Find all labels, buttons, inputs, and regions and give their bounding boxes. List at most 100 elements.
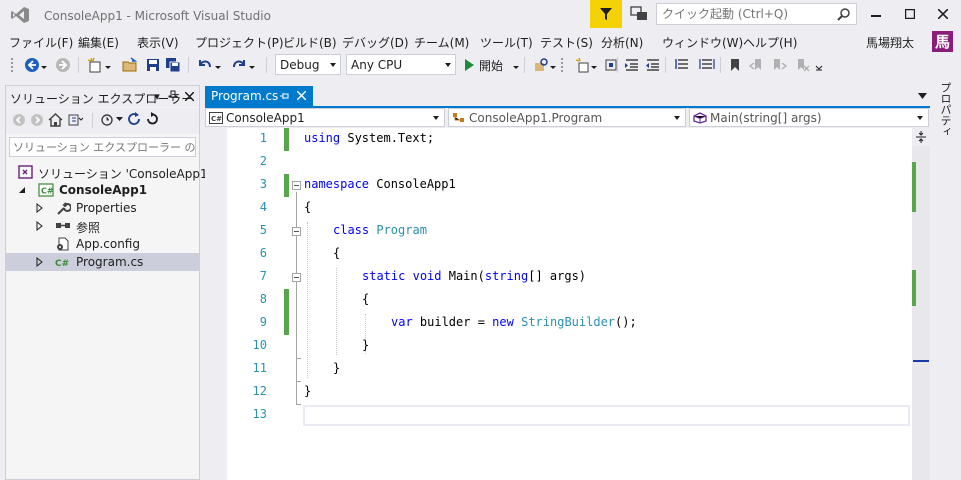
split-window-button[interactable] [912, 128, 930, 146]
solution-configuration-select[interactable]: Debug [275, 54, 341, 75]
toolbar-grip-icon[interactable] [560, 57, 566, 73]
clear-bookmarks-icon[interactable] [794, 57, 810, 73]
code-editor[interactable]: 1 using System.Text; 2 3 namespace Conso… [205, 128, 912, 480]
tree-item-properties[interactable]: Properties [6, 199, 199, 217]
notification-filter-button[interactable] [590, 0, 622, 28]
refresh-icon[interactable] [145, 112, 160, 127]
code-line[interactable]: 6 { [205, 243, 912, 266]
collapsed-triangle-icon[interactable] [35, 203, 45, 213]
comment-lines-icon[interactable] [675, 57, 691, 73]
code-line[interactable]: 1 using System.Text; [205, 128, 912, 151]
switch-views-icon[interactable] [68, 112, 84, 127]
pending-changes-filter-icon[interactable] [100, 112, 115, 127]
save-icon[interactable] [145, 57, 161, 73]
new-item-dropdown-icon[interactable] [590, 57, 598, 73]
tree-item-program-cs[interactable]: C# Program.cs [6, 253, 199, 271]
properties-side-panel[interactable]: プロパティ [930, 78, 961, 480]
back-dropdown-icon[interactable] [40, 57, 48, 73]
menu-analyze[interactable]: 分析(N) [601, 34, 643, 51]
decrease-indent-icon[interactable] [624, 57, 640, 73]
redo-icon[interactable] [231, 57, 247, 73]
code-line[interactable]: 3 namespace ConsoleApp1 [205, 174, 912, 197]
code-line[interactable]: 10 } [205, 335, 912, 358]
menu-edit[interactable]: 編集(E) [78, 34, 119, 51]
pin-icon[interactable] [166, 89, 180, 103]
avatar[interactable]: 馬 [932, 31, 953, 52]
undo-dropdown-icon[interactable] [214, 57, 222, 73]
start-dropdown-icon[interactable] [512, 57, 520, 73]
search-icon[interactable] [837, 7, 851, 21]
chevron-down-icon[interactable] [116, 116, 123, 122]
menu-team[interactable]: チーム(M) [414, 34, 469, 51]
code-line[interactable]: 2 [205, 151, 912, 174]
new-item-icon[interactable] [575, 57, 591, 73]
solution-platform-select[interactable]: Any CPU [346, 54, 456, 75]
close-tab-icon[interactable] [297, 91, 306, 100]
home-icon[interactable] [48, 112, 63, 127]
expanded-triangle-icon[interactable] [18, 185, 28, 195]
next-bookmark-icon[interactable] [771, 57, 787, 73]
find-dropdown-icon[interactable] [549, 57, 557, 73]
start-debugging-button[interactable]: 開始 [463, 56, 503, 74]
uncomment-lines-icon[interactable] [699, 57, 715, 73]
tree-item-app-config[interactable]: App.config [6, 235, 199, 253]
menu-file[interactable]: ファイル(F) [9, 34, 73, 51]
code-line[interactable]: 12 } [205, 381, 912, 404]
find-in-files-icon[interactable] [533, 57, 549, 73]
save-all-icon[interactable] [165, 57, 181, 73]
close-panel-button[interactable] [182, 89, 196, 103]
redo-dropdown-icon[interactable] [248, 57, 256, 73]
collapsed-triangle-icon[interactable] [35, 257, 45, 267]
sync-icon[interactable] [127, 112, 142, 127]
solution-search-input[interactable] [10, 138, 195, 156]
tree-item-solution[interactable]: ソリューション 'ConsoleApp1' (1 プ [6, 163, 243, 181]
code-line[interactable]: 11 } [205, 358, 912, 381]
user-name[interactable]: 馬場翔太 [866, 34, 914, 51]
undo-icon[interactable] [197, 57, 213, 73]
menu-tools[interactable]: ツール(T) [480, 34, 533, 51]
code-line[interactable]: 4 { [205, 197, 912, 220]
project-dropdown[interactable]: C# ConsoleApp1 [205, 108, 445, 127]
properties-tab[interactable]: プロパティ [937, 82, 953, 137]
pin-tab-icon[interactable] [279, 91, 289, 101]
member-dropdown[interactable]: Main(string[] args) [689, 108, 929, 127]
collapsed-triangle-icon[interactable] [35, 221, 45, 231]
type-dropdown[interactable]: ConsoleApp1.Program [448, 108, 686, 127]
feedback-icon[interactable] [630, 6, 648, 22]
menu-window[interactable]: ウィンドウ(W) [662, 34, 743, 51]
new-dropdown-icon[interactable] [104, 57, 112, 73]
tab-overflow-icon[interactable] [918, 92, 927, 100]
menu-view[interactable]: 表示(V) [137, 34, 179, 51]
navigate-back-icon[interactable] [24, 57, 40, 73]
quick-launch-box[interactable] [656, 3, 857, 25]
menu-build[interactable]: ビルド(B) [283, 34, 337, 51]
maximize-button[interactable] [900, 5, 920, 23]
menu-help[interactable]: ヘルプ(H) [743, 34, 797, 51]
tree-item-references[interactable]: 参照 [6, 217, 199, 235]
increase-indent-icon[interactable] [645, 57, 661, 73]
toolbar-grip-icon[interactable] [10, 57, 16, 73]
toolbar-overflow-icon[interactable] [815, 57, 823, 73]
back-icon[interactable] [12, 113, 26, 127]
tab-program-cs[interactable]: Program.cs [205, 86, 313, 106]
bookmark-icon[interactable] [727, 57, 743, 73]
solution-search-box[interactable] [9, 137, 196, 157]
code-line[interactable]: 9 var builder = new StringBuilder(); [205, 312, 912, 335]
code-line[interactable]: 13 [205, 404, 912, 427]
quick-launch-input[interactable] [657, 4, 833, 24]
menu-project[interactable]: プロジェクト(P) [195, 34, 284, 51]
code-line[interactable]: 5 class Program [205, 220, 912, 243]
tree-item-project[interactable]: C# ConsoleApp1 [6, 181, 199, 199]
menu-debug[interactable]: デバッグ(D) [342, 34, 409, 51]
forward-icon[interactable] [30, 113, 44, 127]
menu-test[interactable]: テスト(S) [540, 34, 593, 51]
new-project-icon[interactable] [87, 57, 103, 73]
code-line[interactable]: 7 static void Main(string[] args) [205, 266, 912, 289]
navigate-forward-icon[interactable] [55, 57, 71, 73]
minimize-button[interactable] [866, 5, 886, 23]
window-position-dropdown-icon[interactable]: ▾ [150, 89, 164, 103]
open-file-icon[interactable] [122, 57, 138, 73]
close-window-button[interactable] [933, 5, 953, 23]
code-line[interactable]: 8 { [205, 289, 912, 312]
previous-bookmark-icon[interactable] [749, 57, 765, 73]
